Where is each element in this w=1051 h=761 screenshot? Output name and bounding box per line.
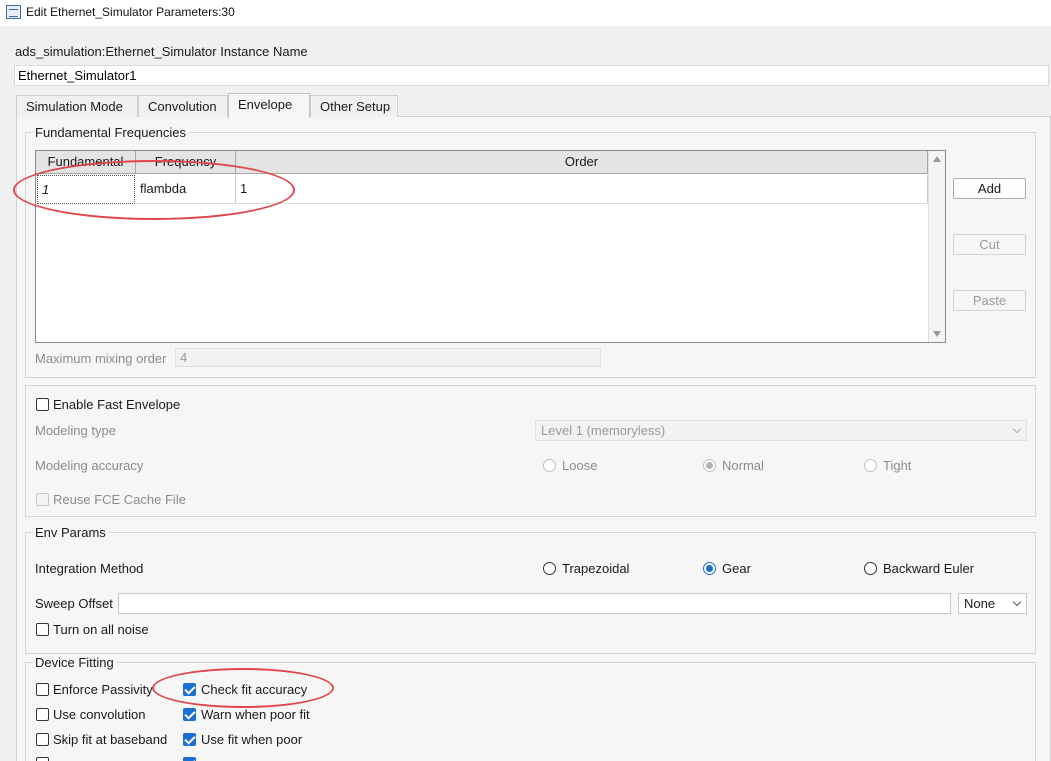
integration-method-label: Integration Method <box>35 561 144 576</box>
scroll-down-icon[interactable] <box>933 331 941 337</box>
reuse-fce-cache-label: Reuse FCE Cache File <box>53 492 186 507</box>
window-title: Edit Ethernet_Simulator Parameters:30 <box>26 5 235 19</box>
max-mixing-order-field[interactable]: 4 <box>175 348 601 367</box>
sweep-unit-value: None <box>964 596 996 611</box>
reuse-fce-cache-checkbox[interactable] <box>36 493 49 506</box>
skip-fit-baseband-label: Skip fit at baseband <box>53 732 168 747</box>
warn-when-poor-fit-checkbox[interactable] <box>183 708 196 721</box>
use-convolution-checkbox[interactable] <box>36 708 49 721</box>
use-convolution-label: Use convolution <box>53 707 146 722</box>
modeling-type-value: Level 1 (memoryless) <box>541 423 666 438</box>
column-header-frequency[interactable]: Frequency <box>136 151 236 174</box>
instance-name-label: ads_simulation:Ethernet_Simulator Instan… <box>15 44 308 59</box>
use-fit-when-poor-checkbox[interactable] <box>183 733 196 746</box>
method-backward-euler-label: Backward Euler <box>883 561 975 576</box>
skip-fit-baseband-checkbox[interactable] <box>36 733 49 746</box>
env-params-title: Env Params <box>33 525 108 540</box>
cell-fundamental[interactable]: 1 <box>37 175 135 204</box>
fundamental-frequencies-title: Fundamental Frequencies <box>33 125 189 140</box>
cell-order[interactable]: 1 <box>236 175 928 204</box>
accuracy-normal-radio[interactable] <box>703 459 716 472</box>
cut-button[interactable]: Cut <box>953 234 1026 255</box>
method-trapezoidal-label: Trapezoidal <box>562 561 630 576</box>
modeling-accuracy-label: Modeling accuracy <box>35 458 144 473</box>
title-bar: Edit Ethernet_Simulator Parameters:30 <box>0 0 1051 26</box>
device-fitting-group <box>25 662 1036 761</box>
method-gear-radio[interactable] <box>703 562 716 575</box>
accuracy-tight-radio[interactable] <box>864 459 877 472</box>
accuracy-loose-label: Loose <box>562 458 598 473</box>
enforce-passivity-checkbox[interactable] <box>36 683 49 696</box>
add-button[interactable]: Add <box>953 178 1026 199</box>
table-scrollbar[interactable] <box>928 151 945 342</box>
fundamental-table: Fundamental Frequency Order 1 flambda 1 <box>35 150 946 343</box>
accuracy-normal-label: Normal <box>722 458 764 473</box>
app-icon <box>6 5 21 19</box>
chevron-down-icon <box>1012 597 1022 607</box>
column-header-fundamental[interactable]: Fundamental <box>36 151 136 174</box>
method-backward-euler-radio[interactable] <box>864 562 877 575</box>
warn-when-poor-fit-label: Warn when poor fit <box>201 707 310 722</box>
enforce-passivity-label: Enforce Passivity <box>53 682 153 697</box>
accuracy-tight-label: Tight <box>883 458 912 473</box>
max-mixing-order-label: Maximum mixing order <box>35 351 167 366</box>
sweep-offset-label: Sweep Offset <box>35 596 113 611</box>
tab-convolution[interactable]: Convolution <box>138 95 228 117</box>
cut-off-checkbox-checked[interactable] <box>183 757 196 761</box>
tab-other-setup[interactable]: Other Setup <box>310 95 398 117</box>
method-trapezoidal-radio[interactable] <box>543 562 556 575</box>
sweep-offset-input[interactable] <box>118 593 951 614</box>
instance-name-input[interactable] <box>14 65 1049 86</box>
enable-fast-envelope-label: Enable Fast Envelope <box>53 397 181 412</box>
tab-simulation-mode[interactable]: Simulation Mode <box>16 95 138 117</box>
check-fit-accuracy-checkbox[interactable] <box>183 683 196 696</box>
modeling-type-select[interactable]: Level 1 (memoryless) <box>535 420 1027 441</box>
paste-button[interactable]: Paste <box>953 290 1026 311</box>
method-gear-label: Gear <box>722 561 751 576</box>
use-fit-when-poor-label: Use fit when poor <box>201 732 303 747</box>
enable-fast-envelope-checkbox[interactable] <box>36 398 49 411</box>
check-fit-accuracy-label: Check fit accuracy <box>201 682 308 697</box>
accuracy-loose-radio[interactable] <box>543 459 556 472</box>
turn-on-all-noise-checkbox[interactable] <box>36 623 49 636</box>
cut-off-checkbox[interactable] <box>36 757 49 761</box>
scroll-up-icon[interactable] <box>933 156 941 162</box>
device-fitting-title: Device Fitting <box>33 655 116 670</box>
turn-on-all-noise-label: Turn on all noise <box>53 622 149 637</box>
chevron-down-icon <box>1012 424 1022 434</box>
modeling-type-label: Modeling type <box>35 423 116 438</box>
tab-envelope[interactable]: Envelope <box>228 93 310 118</box>
sweep-unit-select[interactable]: None <box>958 593 1027 614</box>
cell-frequency[interactable]: flambda <box>136 175 236 204</box>
column-header-order[interactable]: Order <box>236 151 928 174</box>
